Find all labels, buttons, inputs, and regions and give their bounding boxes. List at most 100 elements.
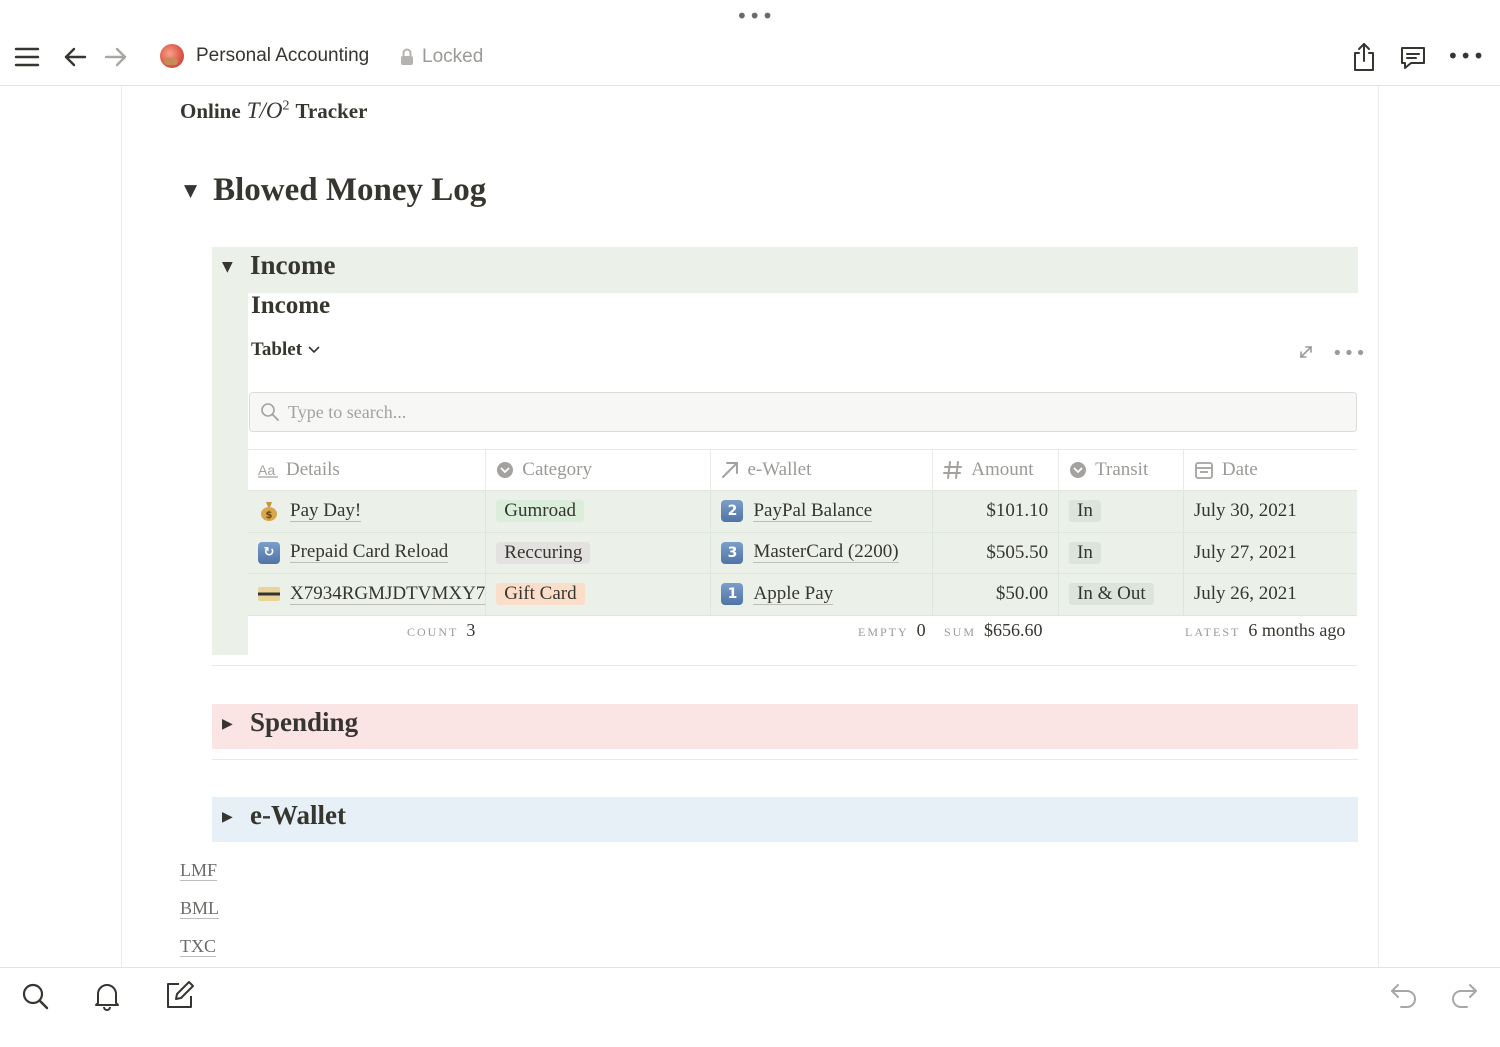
column-header-transit[interactable]: Transit <box>1058 449 1184 491</box>
math-t: T <box>246 98 260 123</box>
column-header-details[interactable]: Aa Details <box>248 449 487 491</box>
database-title[interactable]: Income <box>251 292 330 320</box>
search-icon <box>261 403 279 421</box>
details-cell[interactable]: $ Pay Day! <box>248 490 487 532</box>
transit-cell[interactable]: In & Out <box>1058 573 1184 616</box>
details-cell[interactable]: ↻ Prepaid Card Reload <box>248 531 487 574</box>
category-cell[interactable]: Gumroad <box>485 490 712 532</box>
view-selector[interactable]: Tablet <box>251 339 320 361</box>
calc-value: 0 <box>916 620 926 640</box>
select-icon <box>497 462 514 478</box>
ewallet-link[interactable]: PayPal Balance <box>753 500 873 522</box>
amount-cell[interactable]: $101.10 <box>932 490 1060 532</box>
notifications-bell-icon[interactable] <box>93 981 121 1011</box>
category-cell[interactable]: Reccuring <box>485 531 712 574</box>
category-tag: Gift Card <box>496 583 585 606</box>
column-label: Amount <box>971 459 1034 480</box>
tracker-suffix: Tracker <box>295 99 368 123</box>
database-more-icon[interactable]: ••• <box>1332 343 1367 364</box>
ewallet-title: e-Wallet <box>250 800 346 830</box>
amount-cell[interactable]: $505.50 <box>932 531 1060 574</box>
ewallet-cell[interactable]: 2 PayPal Balance <box>710 490 934 532</box>
divider <box>212 665 1358 666</box>
sum-calc[interactable]: SUM $656.60 <box>944 620 1043 641</box>
breadcrumb[interactable]: Personal Accounting <box>160 44 369 68</box>
menu-icon[interactable] <box>14 46 40 68</box>
search-icon[interactable] <box>21 982 49 1010</box>
redo-icon[interactable] <box>1449 982 1479 1010</box>
date-cell[interactable]: July 30, 2021 <box>1183 490 1357 532</box>
table-row[interactable]: ↻ Prepaid Card Reload Reccuring 3 Master… <box>248 531 1357 574</box>
expand-icon[interactable] <box>1298 344 1314 365</box>
spending-toggle-header[interactable]: ▶ Spending <box>212 704 1358 750</box>
page-link-txc[interactable]: TXC <box>180 936 216 957</box>
comments-icon[interactable] <box>1399 45 1427 71</box>
ewallet-link[interactable]: MasterCard (2200) <box>753 542 899 564</box>
page-link-bml[interactable]: BML <box>180 898 220 919</box>
tracker-math: T/O2 <box>247 98 290 124</box>
transit-cell[interactable]: In <box>1058 531 1184 574</box>
undo-icon[interactable] <box>1389 982 1419 1010</box>
relation-arrow-icon <box>722 462 739 478</box>
calc-value: $656.60 <box>984 620 1043 640</box>
income-table: Aa Details Category e-Wallet Amount Tran… <box>248 449 1357 616</box>
column-header-amount[interactable]: Amount <box>932 449 1060 491</box>
date-cell[interactable]: July 27, 2021 <box>1183 531 1357 574</box>
column-header-ewallet[interactable]: e-Wallet <box>710 449 934 491</box>
toggle-closed-icon[interactable]: ▶ <box>222 809 233 825</box>
details-text: Pay Day! <box>290 499 362 522</box>
keycap-number-icon: 3 <box>721 541 744 564</box>
new-page-compose-icon[interactable] <box>165 980 195 1010</box>
ewallet-toggle-header[interactable]: ▶ e-Wallet <box>212 797 1358 843</box>
search-input[interactable] <box>288 401 1188 423</box>
income-title: Income <box>250 250 336 280</box>
ewallet-cell[interactable]: 1 Apple Pay <box>710 573 934 616</box>
bottom-toolbar <box>0 967 1500 1047</box>
repeat-icon: ↻ <box>258 541 280 564</box>
date-cell[interactable]: July 26, 2021 <box>1183 573 1357 616</box>
locked-indicator[interactable]: Locked <box>400 46 483 68</box>
divider <box>212 759 1358 760</box>
table-row[interactable]: X7934RGMJDTVMXY7 Gift Card 1 Apple Pay $… <box>248 573 1357 616</box>
details-text: X7934RGMJDTVMXY7 <box>290 582 486 605</box>
latest-calc[interactable]: LATEST 6 months ago <box>1185 620 1345 641</box>
column-label: Date <box>1221 459 1258 480</box>
money-bag-icon: $ <box>258 500 280 522</box>
toggle-closed-icon[interactable]: ▶ <box>222 716 233 732</box>
svg-text:$: $ <box>266 510 273 521</box>
ewallet-cell[interactable]: 3 MasterCard (2200) <box>710 531 934 574</box>
page-link-lmf[interactable]: LMF <box>180 860 218 881</box>
ewallet-link[interactable]: Apple Pay <box>753 583 834 605</box>
column-label: Transit <box>1095 459 1149 480</box>
column-header-date[interactable]: Date <box>1183 449 1357 491</box>
search-box[interactable] <box>249 392 1357 432</box>
transit-cell[interactable]: In <box>1058 490 1184 532</box>
forward-arrow-icon[interactable] <box>104 46 128 68</box>
calc-label: LATEST <box>1185 625 1241 639</box>
category-cell[interactable]: Gift Card <box>485 573 712 616</box>
back-arrow-icon[interactable] <box>63 46 87 68</box>
window-drag-handle[interactable]: ••• <box>736 4 774 28</box>
svg-text:Aa: Aa <box>258 462 275 478</box>
amount-cell[interactable]: $50.00 <box>932 573 1060 616</box>
toggle-open-icon[interactable]: ▼ <box>184 181 197 201</box>
share-icon[interactable] <box>1352 42 1376 72</box>
empty-calc[interactable]: EMPTY 0 <box>858 620 926 641</box>
table-row[interactable]: $ Pay Day! Gumroad 2 PayPal Balance $101… <box>248 490 1357 532</box>
credit-card-icon <box>258 587 280 602</box>
toggle-open-icon[interactable]: ▼ <box>222 259 233 275</box>
number-hash-icon <box>943 461 963 479</box>
more-options-icon[interactable]: ••• <box>1447 44 1485 68</box>
column-header-category[interactable]: Category <box>485 449 712 491</box>
column-label: Details <box>286 459 340 480</box>
count-calc[interactable]: COUNT 3 <box>407 620 475 641</box>
details-cell[interactable]: X7934RGMJDTVMXY7 <box>248 573 487 616</box>
income-toggle-header[interactable]: ▼ Income <box>212 247 1358 293</box>
tracker-prefix: Online <box>180 99 241 123</box>
main-toggle-heading[interactable]: ▼ Blowed Money Log <box>184 172 486 209</box>
view-label: Tablet <box>251 339 303 360</box>
calc-value: 3 <box>466 620 476 640</box>
math-sup: 2 <box>282 98 290 114</box>
select-icon <box>1070 462 1087 478</box>
page-title[interactable]: Personal Accounting <box>196 45 369 67</box>
